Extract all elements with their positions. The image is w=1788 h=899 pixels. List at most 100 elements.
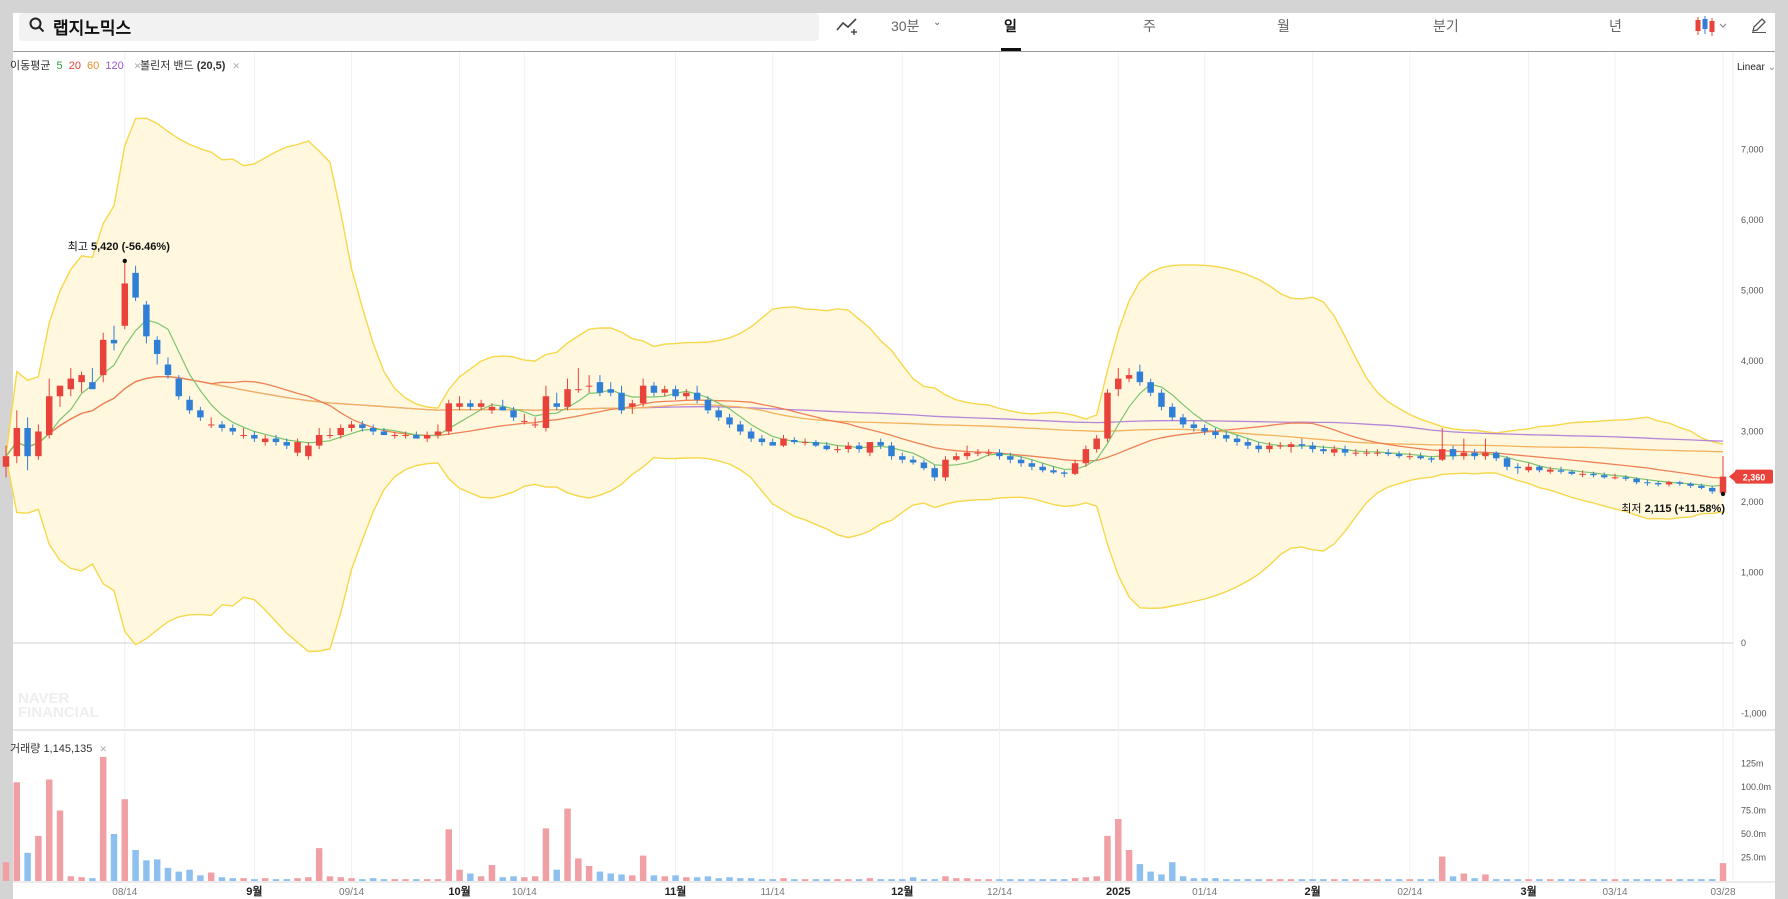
x-tick-label: 12월 <box>891 884 913 898</box>
volume-bar <box>1363 879 1370 881</box>
volume-bar <box>1406 879 1414 881</box>
volume-tick-label: 100.0m <box>1741 782 1771 792</box>
close-icon[interactable]: ✕ <box>233 61 241 71</box>
volume-bar <box>1482 874 1489 881</box>
volume-bar <box>1071 878 1079 881</box>
tab-period-week[interactable]: 주 <box>1143 16 1156 36</box>
stock-search-box[interactable]: 랩지노믹스 <box>19 13 819 41</box>
candle-body <box>521 420 528 422</box>
volume-bar <box>1255 879 1262 881</box>
candle-body <box>45 396 53 436</box>
candle-body <box>445 403 452 432</box>
volume-bar <box>1568 879 1576 881</box>
volume-bar <box>197 875 204 881</box>
legend-bollinger[interactable]: 볼린저 밴드 (20,5) ✕ <box>140 57 240 73</box>
candle-body <box>1622 477 1630 479</box>
volume-bar <box>607 873 614 881</box>
volume-bar <box>542 828 550 881</box>
candle-body <box>1633 478 1640 483</box>
candle-body <box>1536 466 1543 471</box>
volume-bar <box>521 877 528 881</box>
stock-name[interactable]: 랩지노믹스 <box>53 14 131 39</box>
chart-type-candle-icon[interactable] <box>1694 15 1730 37</box>
volume-bar <box>1169 862 1176 881</box>
candle-body <box>683 392 690 397</box>
volume-value: 1,145,135 <box>43 743 93 755</box>
scale-mode-select[interactable]: Linear ⌄ <box>1737 62 1776 73</box>
legend-moving-average[interactable]: 이동평균 5 20 60 120 ✕ <box>10 57 144 73</box>
tab-period-day[interactable]: 일 <box>1004 16 1017 36</box>
chevron-down-icon[interactable]: ⌄ <box>933 17 941 28</box>
candle-body <box>1277 445 1284 447</box>
candle-body <box>1093 438 1100 450</box>
volume-bar <box>1017 879 1025 881</box>
interval-select[interactable]: 30분 <box>891 16 919 36</box>
volume-bar <box>153 859 161 881</box>
candle-body <box>391 435 398 437</box>
y-tick-label: -1,000 <box>1741 709 1767 719</box>
candle-body <box>207 424 215 426</box>
volume-bar <box>1244 879 1252 881</box>
volume-bar <box>1331 879 1338 881</box>
volume-bar <box>218 877 226 881</box>
candle-body <box>769 442 776 446</box>
volume-bar <box>812 879 820 881</box>
volume-bar <box>585 865 593 881</box>
volume-bar <box>207 872 215 881</box>
x-tick-label: 11/14 <box>761 887 786 898</box>
volume-bar <box>143 860 150 881</box>
volume-bar <box>305 877 312 881</box>
candle-body <box>499 406 506 411</box>
volume-bar <box>251 879 258 881</box>
volume-bar <box>240 878 247 881</box>
volume-bar <box>683 877 690 881</box>
candle-body <box>1007 456 1014 460</box>
volume-bar <box>1061 879 1068 881</box>
volume-bar <box>1125 849 1133 881</box>
tab-period-year[interactable]: 년 <box>1609 16 1622 36</box>
volume-legend-label: 거래량 <box>10 743 41 755</box>
candle-body <box>629 403 636 407</box>
volume-bar <box>747 878 755 881</box>
volume-bar <box>1622 879 1630 881</box>
candle-body <box>1136 371 1144 383</box>
volume-bar <box>737 878 744 881</box>
price-chart[interactable]: 08/14 9월 09/14 10월 10/14 11월 11/14 12월 12/14 2025… <box>0 0 1788 899</box>
volume-bar <box>1460 873 1468 881</box>
volume-bar <box>1136 864 1144 881</box>
volume-bar <box>56 810 64 881</box>
candle-body <box>337 427 345 436</box>
volume-bar <box>1719 863 1727 881</box>
candle-body <box>510 410 517 418</box>
candle-body <box>1352 452 1360 454</box>
candle-body <box>1061 472 1068 474</box>
candle-body <box>596 382 604 393</box>
tab-period-quarter[interactable]: 분기 <box>1433 16 1459 36</box>
volume-bar <box>1115 818 1122 881</box>
candle-body <box>877 442 884 446</box>
volume-bar <box>1644 879 1651 881</box>
candle-body <box>348 424 355 428</box>
tab-period-month[interactable]: 월 <box>1277 16 1290 36</box>
candle-body <box>823 445 830 450</box>
candle-body <box>974 452 982 454</box>
candle-body <box>1050 470 1057 473</box>
legend-volume[interactable]: 거래량 1,145,135 ✕ <box>10 740 107 756</box>
candle-body <box>618 392 625 411</box>
volume-bar <box>1179 876 1187 881</box>
volume-bar <box>1654 879 1662 881</box>
volume-tick-label: 125m <box>1741 759 1764 769</box>
volume-bar <box>1676 879 1684 881</box>
draw-pencil-icon[interactable] <box>1750 16 1768 34</box>
add-indicator-icon[interactable] <box>836 16 860 36</box>
volume-bar <box>672 875 679 881</box>
volume-bar <box>337 877 345 881</box>
candle-body <box>143 304 150 337</box>
candle-body <box>553 403 560 407</box>
volume-bar <box>650 875 658 881</box>
volume-bar <box>823 879 830 881</box>
candle-body <box>251 435 258 439</box>
close-icon[interactable]: ✕ <box>99 744 107 754</box>
volume-bar <box>1438 856 1446 881</box>
search-icon[interactable] <box>29 17 45 33</box>
